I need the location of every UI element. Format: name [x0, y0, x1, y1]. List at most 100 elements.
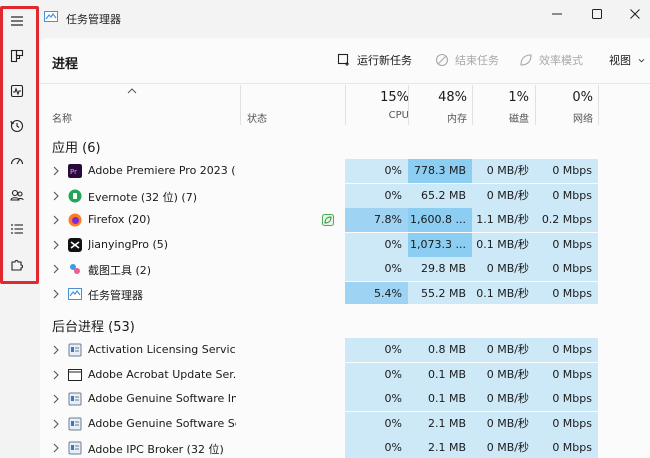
disk-cell: 0 MB/秒: [472, 159, 535, 183]
disk-cell: 0 MB/秒: [472, 362, 535, 387]
minimize-icon: [552, 13, 562, 15]
menu-button[interactable]: [6, 10, 28, 32]
sidebar-item-performance[interactable]: [6, 80, 28, 102]
network-cell: 0 Mbps: [535, 436, 598, 458]
minimize-button[interactable]: [538, 0, 576, 28]
process-name: Adobe IPC Broker (32 位): [88, 443, 224, 457]
toolbar: 进程 运行新任务 结束任务 效率模式 视图: [40, 38, 650, 84]
column-separator: [598, 85, 599, 125]
network-cell: 0 Mbps: [535, 362, 598, 387]
speedometer-icon: [10, 158, 24, 165]
expand-chevron-icon[interactable]: [52, 263, 60, 275]
process-row[interactable]: Adobe IPC Broker (32 位) 0% 2.1 MB 0 MB/秒 0 M…: [40, 436, 650, 458]
column-header-status[interactable]: 状态: [247, 110, 267, 125]
memory-total-percent[interactable]: 48%: [408, 90, 467, 105]
run-new-task-label: 运行新任务: [357, 54, 412, 67]
efficiency-mode-label: 效率模式: [539, 54, 583, 67]
memory-cell: 1,073.3 ...: [408, 232, 472, 257]
memory-cell: 65.2 MB: [408, 183, 472, 208]
column-header-name[interactable]: 名称: [52, 110, 72, 125]
end-task-label: 结束任务: [455, 54, 499, 67]
group-title-apps: 应用 (6): [52, 141, 101, 156]
process-row[interactable]: Activation Licensing Service...0%0.8 MB0…: [40, 338, 650, 362]
disk-cell: 0 MB/秒: [472, 257, 535, 282]
sort-ascending-icon[interactable]: [127, 87, 137, 95]
details-list-icon: [11, 224, 23, 234]
process-row[interactable]: Evernote (32 位) (7) 0% 65.2 MB 0 MB/秒 0 Mbps: [40, 183, 650, 208]
expand-chevron-icon[interactable]: [52, 239, 60, 251]
cpu-cell: 0%: [345, 387, 408, 412]
network-cell: 0 Mbps: [535, 338, 598, 362]
expand-chevron-icon[interactable]: [52, 418, 60, 430]
process-row[interactable]: Adobe Genuine Software Se... 0% 2.1 MB 0 MB…: [40, 411, 650, 436]
process-name: 任务管理器: [88, 289, 143, 302]
view-label: 视图: [609, 54, 631, 67]
puzzle-icon: [11, 260, 23, 271]
memory-cell: 0.1 MB: [408, 362, 472, 387]
end-task-icon: [435, 53, 449, 67]
close-button[interactable]: [616, 0, 650, 28]
column-separator: [240, 85, 241, 125]
process-row[interactable]: Adobe Genuine Software In... 0% 0.1 MB 0 MB…: [40, 387, 650, 412]
view-menu-button[interactable]: 视图: [609, 52, 646, 68]
expand-chevron-icon[interactable]: [52, 288, 60, 300]
disk-cell: 0 MB/秒: [472, 183, 535, 208]
disk-cell: 0 MB/秒: [472, 411, 535, 436]
memory-cell: 2.1 MB: [408, 436, 472, 458]
hamburger-icon: [11, 16, 23, 26]
cpu-cell: 7.8%: [345, 208, 408, 233]
expand-chevron-icon[interactable]: [52, 190, 60, 202]
disk-cell: 0 MB/秒: [472, 436, 535, 458]
process-panel: 进程 运行新任务 结束任务 效率模式 视图 名称 状态 15% CPU 48% …: [40, 38, 650, 458]
disk-cell: 0 MB/秒: [472, 387, 535, 412]
column-header-memory[interactable]: 内存: [408, 110, 467, 125]
column-header-cpu[interactable]: CPU: [345, 110, 409, 121]
process-row[interactable]: Firefox (20) 7.8% 1,600.8 ... 1.1 MB/秒 0.2 M…: [40, 208, 650, 233]
sidebar-item-startup[interactable]: [6, 150, 28, 172]
page-title: 进程: [52, 57, 79, 72]
network-cell: 0 Mbps: [535, 411, 598, 436]
expand-chevron-icon[interactable]: [52, 214, 60, 226]
cpu-cell: 0%: [345, 338, 408, 362]
sidebar-item-services[interactable]: [6, 254, 28, 276]
column-header-disk[interactable]: 磁盘: [472, 110, 529, 125]
expand-chevron-icon[interactable]: [52, 393, 60, 405]
column-header-network[interactable]: 网络: [535, 110, 593, 125]
sidebar-item-app-history[interactable]: [6, 115, 28, 137]
run-new-task-button[interactable]: 运行新任务: [337, 52, 412, 68]
network-cell: 0 Mbps: [535, 183, 598, 208]
end-task-button[interactable]: 结束任务: [435, 52, 499, 68]
network-total-percent[interactable]: 0%: [535, 90, 593, 105]
maximize-button[interactable]: [578, 0, 616, 28]
cpu-cell: 0%: [345, 362, 408, 387]
cpu-cell: 0%: [345, 159, 408, 183]
process-row[interactable]: JianyingPro (5) 0% 1,073.3 ... 0.1 MB/秒 0 Mb…: [40, 232, 650, 257]
sidebar-item-users[interactable]: [6, 184, 28, 206]
process-row[interactable]: 任务管理器 5.4% 55.2 MB 0.1 MB/秒 0 Mbps: [40, 282, 650, 306]
efficiency-leaf-icon: [322, 214, 334, 227]
disk-cell: 0 MB/秒: [472, 338, 535, 362]
disk-total-percent[interactable]: 1%: [472, 90, 529, 105]
process-row[interactable]: Adobe Acrobat Update Ser... 0% 0.1 MB 0 MB/…: [40, 362, 650, 387]
cpu-total-percent[interactable]: 15%: [345, 90, 409, 105]
cpu-cell: 0%: [345, 436, 408, 458]
process-name: 截图工具 (2): [88, 264, 152, 278]
process-row[interactable]: 截图工具 (2) 0% 29.8 MB 0 MB/秒 0 Mbps: [40, 257, 650, 282]
sidebar-item-details[interactable]: [6, 218, 28, 240]
sidebar-item-processes[interactable]: [6, 45, 28, 67]
cpu-cell: 0%: [345, 411, 408, 436]
performance-icon: [10, 84, 24, 98]
expand-chevron-icon[interactable]: [52, 442, 60, 454]
processes-icon: [10, 49, 24, 63]
expand-chevron-icon[interactable]: [52, 165, 60, 177]
efficiency-mode-button[interactable]: 效率模式: [519, 52, 583, 68]
process-name: Adobe Genuine Software Se...: [88, 416, 236, 430]
process-name: Adobe Acrobat Update Ser...: [88, 367, 236, 381]
process-row[interactable]: Pr Adobe Premiere Pro 2023 (... 0% 778.3 MB…: [40, 159, 650, 183]
cpu-cell: 0%: [345, 232, 408, 257]
history-icon: [10, 119, 24, 133]
group-title-background: 后台进程 (53): [52, 320, 135, 335]
expand-chevron-icon[interactable]: [52, 369, 60, 381]
run-new-task-icon: [337, 53, 349, 66]
expand-chevron-icon[interactable]: [52, 344, 60, 356]
